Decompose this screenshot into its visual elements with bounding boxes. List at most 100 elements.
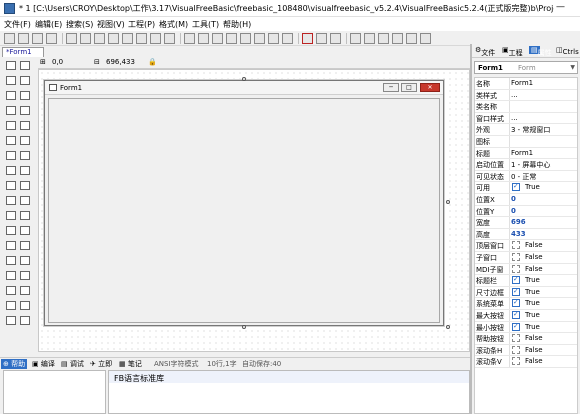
hscroll-tool-icon[interactable] (6, 151, 16, 160)
shape-tool-icon[interactable] (6, 76, 16, 85)
stop-icon[interactable] (330, 33, 341, 44)
spin-tool-icon[interactable] (6, 241, 16, 250)
menu-editor-icon[interactable] (378, 33, 389, 44)
property-row[interactable]: 标题栏 True (475, 275, 577, 287)
combobox-tool-icon[interactable] (6, 136, 16, 145)
ip-tool-icon[interactable] (6, 271, 16, 280)
property-checkbox[interactable] (512, 264, 520, 273)
save-all-icon[interactable] (46, 33, 57, 44)
property-row[interactable]: MDI子窗 False (475, 263, 577, 276)
property-row[interactable]: 窗口样式... (475, 112, 577, 125)
property-row[interactable]: 帮助按钮 False (475, 333, 577, 345)
redo-icon[interactable] (108, 33, 119, 44)
frame-tool-icon[interactable] (20, 91, 30, 100)
property-checkbox[interactable] (512, 345, 520, 354)
property-value[interactable]: 3 - 常规窗口 (511, 125, 550, 135)
label-tool-icon[interactable] (20, 61, 30, 70)
property-value[interactable]: Form1 (511, 149, 533, 157)
property-row[interactable]: 最小按钮 True (475, 321, 577, 334)
radio-tool-icon[interactable] (20, 121, 30, 130)
treeview-tool-icon[interactable] (20, 181, 30, 190)
output-detail[interactable]: FB语言标准库 (108, 370, 470, 414)
tab-files[interactable]: ⚙ 文件 (475, 46, 495, 57)
output-list[interactable] (3, 370, 106, 414)
property-value[interactable]: 0 (511, 195, 516, 203)
property-checkbox[interactable] (512, 310, 520, 319)
slider-tool-icon[interactable] (6, 211, 16, 220)
line-tool-icon[interactable] (20, 76, 30, 85)
property-value[interactable]: ... (511, 91, 518, 99)
property-row[interactable]: 系统菜单 True (475, 298, 577, 310)
hotkey-tool-icon[interactable] (20, 256, 30, 265)
property-row[interactable]: 位置X 0 (475, 194, 577, 206)
month-tool-icon[interactable] (20, 226, 30, 235)
run-icon[interactable] (302, 33, 313, 44)
same-height-icon[interactable] (282, 33, 293, 44)
compile-icon[interactable] (316, 33, 327, 44)
menu-view[interactable]: 视图(V) (97, 19, 125, 30)
property-value[interactable]: 1 - 屏幕中心 (511, 160, 550, 170)
property-row[interactable]: 图标 (475, 136, 577, 148)
property-checkbox[interactable] (512, 182, 520, 192)
align-middle-icon[interactable] (240, 33, 251, 44)
object-selector[interactable]: Form1 Form ▼ (474, 61, 578, 74)
checkbox-tool-icon[interactable] (6, 121, 16, 130)
property-row[interactable]: 最大按钮 True (475, 310, 577, 322)
align-bottom-icon[interactable] (254, 33, 265, 44)
lock-icon[interactable]: 🔒 (148, 58, 157, 66)
image-tool-icon[interactable] (6, 91, 16, 100)
property-row[interactable]: 位置Y 0 (475, 205, 577, 218)
property-checkbox[interactable] (512, 334, 520, 343)
property-checkbox[interactable] (512, 275, 520, 285)
property-checkbox[interactable] (512, 298, 520, 308)
property-checkbox[interactable] (512, 322, 520, 331)
grid-icon[interactable] (406, 33, 417, 44)
align-top-icon[interactable] (226, 33, 237, 44)
same-width-icon[interactable] (268, 33, 279, 44)
property-value[interactable]: ... (511, 114, 518, 122)
resize-handle-corner[interactable] (446, 325, 450, 329)
property-value[interactable]: 433 (511, 230, 526, 238)
property-row[interactable]: 滚动条H False (475, 344, 577, 357)
property-value[interactable]: Form1 (511, 79, 533, 87)
tab-help[interactable]: ⊕ 帮助 (1, 359, 28, 369)
property-value[interactable]: 0 (511, 207, 516, 215)
updown-tool-icon[interactable] (20, 211, 30, 220)
property-row[interactable]: 名称 Form1 (475, 78, 577, 90)
listbox-tool-icon[interactable] (20, 136, 30, 145)
tab-immediate[interactable]: ✈ 立即 (88, 359, 114, 369)
tab-compile[interactable]: ▣ 编译 (30, 359, 57, 369)
property-row[interactable]: 类样式... (475, 89, 577, 102)
minimize-button[interactable]: — (556, 2, 565, 12)
tab-ctrls[interactable]: ◫ Ctrls (556, 46, 579, 56)
property-row[interactable]: 尺寸边框 True (475, 286, 577, 299)
property-value[interactable]: 696 (511, 218, 526, 226)
pointer-tool-icon[interactable] (6, 61, 16, 70)
menu-help[interactable]: 帮助(H) (223, 19, 251, 30)
custom-tool-icon[interactable] (20, 316, 30, 325)
tab-notes[interactable]: ▦ 笔记 (117, 359, 144, 369)
property-row[interactable]: 外观 3 - 常规窗口 (475, 124, 577, 136)
listview-tool-icon[interactable] (6, 181, 16, 190)
replace-icon[interactable] (136, 33, 147, 44)
property-row[interactable]: 标题 Form1 (475, 147, 577, 160)
browser-tool-icon[interactable] (6, 286, 16, 295)
tab-project[interactable]: ▣ 工程 (502, 46, 523, 57)
menu-search[interactable]: 搜索(S) (66, 19, 93, 30)
property-row[interactable]: 滚动条V False (475, 356, 577, 368)
date-tool-icon[interactable] (6, 226, 16, 235)
menu-format[interactable]: 格式(M) (159, 19, 188, 30)
align-left-icon[interactable] (184, 33, 195, 44)
document-tab[interactable]: *Form1 (2, 47, 44, 57)
property-row[interactable]: 可用 True (475, 182, 577, 194)
button-tool-icon[interactable] (20, 106, 30, 115)
resize-handle-top[interactable] (242, 77, 246, 81)
property-checkbox[interactable] (512, 287, 520, 296)
sys-tool-icon[interactable] (6, 316, 16, 325)
property-row[interactable]: 类名称 (475, 101, 577, 113)
toolbar-tool-icon[interactable] (20, 241, 30, 250)
grid-tool-icon[interactable] (20, 286, 30, 295)
menu-tools[interactable]: 工具(T) (192, 19, 219, 30)
chevron-down-icon[interactable]: ▼ (570, 64, 575, 71)
tab-debug[interactable]: ▤ 调试 (59, 359, 86, 369)
